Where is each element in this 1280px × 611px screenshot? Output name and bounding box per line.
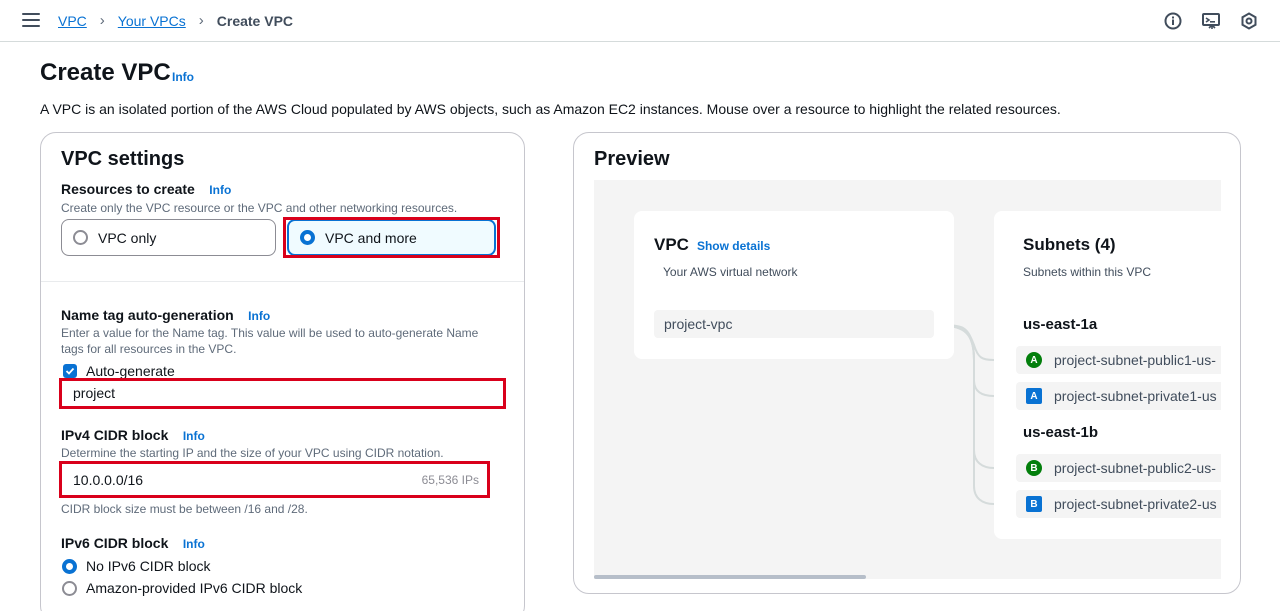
- terminal-icon[interactable]: [1201, 11, 1221, 31]
- ipv4-cidr-input[interactable]: 10.0.0.0/16 65,536 IPs: [63, 465, 487, 495]
- page-info-link[interactable]: Info: [172, 70, 194, 84]
- settings-hex-icon[interactable]: [1239, 11, 1259, 31]
- ipv6-option-none[interactable]: No IPv6 CIDR block: [62, 558, 210, 574]
- page-title: Create VPC: [40, 59, 171, 86]
- subnet-item[interactable]: B project-subnet-public2-us-: [1016, 454, 1221, 482]
- section-divider: [41, 281, 524, 282]
- subnet-label: project-subnet-private2-us: [1054, 496, 1217, 512]
- private-subnet-badge-icon: A: [1026, 388, 1042, 404]
- subnet-label: project-subnet-private1-us: [1054, 388, 1217, 404]
- subnet-item[interactable]: B project-subnet-private2-us: [1016, 490, 1221, 518]
- info-circle-icon[interactable]: [1163, 11, 1183, 31]
- vpc-card-subtitle: Your AWS virtual network: [663, 265, 798, 279]
- subnet-label: project-subnet-public2-us-: [1054, 460, 1216, 476]
- subnets-card-subtitle: Subnets within this VPC: [1023, 265, 1152, 279]
- ipv6-option-label: Amazon-provided IPv6 CIDR block: [86, 580, 303, 596]
- subnet-item[interactable]: A project-subnet-public1-us-: [1016, 346, 1221, 374]
- subnet-item[interactable]: A project-subnet-private1-us: [1016, 382, 1221, 410]
- breadcrumb-vpc[interactable]: VPC: [58, 13, 87, 29]
- name-tag-info-link[interactable]: Info: [248, 309, 270, 323]
- public-subnet-badge-icon: B: [1026, 460, 1042, 476]
- name-tag-description: Enter a value for the Name tag. This val…: [61, 326, 479, 356]
- top-bar: VPC › Your VPCs › Create VPC: [0, 0, 1280, 42]
- radio-selected-icon: [300, 230, 315, 245]
- radio-icon: [73, 230, 88, 245]
- option-label: VPC only: [98, 229, 157, 246]
- menu-icon[interactable]: [22, 13, 40, 27]
- name-tag-input[interactable]: project: [63, 379, 505, 407]
- zone-label: us-east-1b: [1023, 424, 1099, 441]
- ipv6-label: IPv6 CIDR block: [61, 535, 169, 551]
- breadcrumb-current: Create VPC: [216, 12, 294, 29]
- ipv6-option-label: No IPv6 CIDR block: [86, 558, 211, 574]
- ipv4-constraint: CIDR block size must be between /16 and …: [61, 502, 308, 516]
- breadcrumb-your-vpcs[interactable]: Your VPCs: [118, 13, 186, 29]
- resources-label: Resources to create: [61, 181, 195, 197]
- chevron-right-icon: ›: [198, 12, 204, 29]
- radio-selected-icon: [62, 558, 77, 574]
- auto-generate-checkbox[interactable]: Auto-generate: [63, 363, 175, 379]
- checkmark-icon: [63, 364, 77, 378]
- zone-label: us-east-1a: [1023, 316, 1098, 333]
- vpc-settings-panel: VPC settings Resources to create Info Cr…: [40, 132, 525, 611]
- subnet-label: project-subnet-public1-us-: [1054, 352, 1216, 368]
- ipv6-info-link[interactable]: Info: [183, 537, 205, 551]
- name-tag-label-row: Name tag auto-generation Info: [61, 307, 270, 325]
- chevron-right-icon: ›: [99, 12, 105, 29]
- subnets-card-title: Subnets (4): [1023, 235, 1116, 254]
- resources-label-row: Resources to create Info: [61, 181, 231, 199]
- private-subnet-badge-icon: B: [1026, 496, 1042, 512]
- preview-canvas[interactable]: VPC Show details Your AWS virtual networ…: [594, 180, 1221, 579]
- name-tag-label: Name tag auto-generation: [61, 307, 234, 323]
- radio-icon: [62, 580, 77, 596]
- page-description: A VPC is an isolated portion of the AWS …: [40, 101, 1061, 117]
- vpc-settings-title: VPC settings: [61, 148, 185, 170]
- vpc-name: project-vpc: [664, 316, 733, 332]
- ipv4-info-link[interactable]: Info: [183, 429, 205, 443]
- show-details-link[interactable]: Show details: [697, 239, 770, 253]
- vpc-resource-pill[interactable]: project-vpc: [654, 310, 934, 338]
- ipv4-label-row: IPv4 CIDR block Info: [61, 427, 205, 445]
- auto-generate-label: Auto-generate: [86, 363, 175, 379]
- resources-info-link[interactable]: Info: [209, 183, 231, 197]
- option-label: VPC and more: [325, 229, 417, 246]
- name-tag-value: project: [73, 385, 116, 401]
- preview-panel: Preview VPC Show details Your AWS virtua…: [573, 132, 1241, 594]
- resources-description: Create only the VPC resource or the VPC …: [61, 201, 458, 215]
- vpc-card-header: VPC Show details: [654, 235, 770, 255]
- horizontal-scrollbar[interactable]: [594, 575, 866, 579]
- vpc-card: VPC Show details Your AWS virtual networ…: [634, 211, 954, 359]
- subnets-card: Subnets (4) Subnets within this VPC us-e…: [994, 211, 1221, 539]
- breadcrumb: VPC › Your VPCs › Create VPC: [58, 12, 293, 29]
- ipv6-option-amazon[interactable]: Amazon-provided IPv6 CIDR block: [62, 580, 302, 596]
- ipv4-cidr-value: 10.0.0.0/16: [73, 472, 144, 488]
- vpc-card-title: VPC: [654, 235, 689, 254]
- ipv4-description: Determine the starting IP and the size o…: [61, 446, 444, 460]
- public-subnet-badge-icon: A: [1026, 352, 1042, 368]
- option-vpc-and-more[interactable]: VPC and more: [287, 219, 496, 256]
- preview-title: Preview: [594, 148, 670, 170]
- option-vpc-only[interactable]: VPC only: [61, 219, 276, 256]
- ipv6-label-row: IPv6 CIDR block Info: [61, 535, 205, 553]
- ipv4-label: IPv4 CIDR block: [61, 427, 169, 443]
- ipv4-ip-count: 65,536 IPs: [421, 473, 479, 487]
